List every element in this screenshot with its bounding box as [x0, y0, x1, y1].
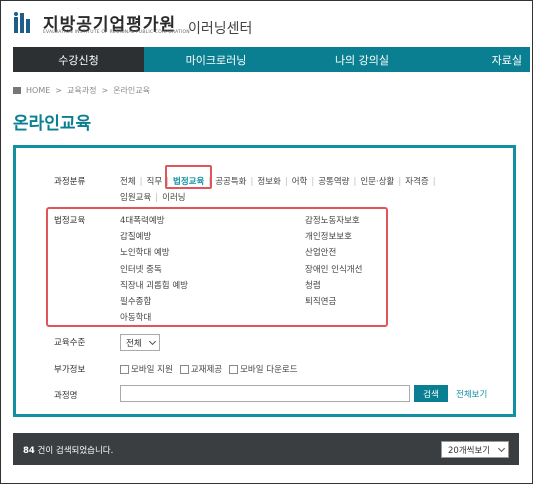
org-logo-icon: [14, 12, 30, 33]
category-language[interactable]: 어학: [292, 174, 308, 190]
education-level-select[interactable]: 전체: [120, 334, 160, 351]
legal-item[interactable]: 퇴직연금: [305, 294, 362, 310]
course-name-input[interactable]: [120, 385, 410, 402]
checkbox-icon: [120, 364, 129, 374]
nav-item-course-registration[interactable]: 수강신청: [13, 47, 144, 72]
breadcrumb-home[interactable]: HOME: [26, 86, 50, 95]
legal-item[interactable]: 감정노동자보호: [305, 213, 362, 229]
legal-item[interactable]: 필수종합: [120, 294, 188, 310]
course-category-label: 과정분류: [54, 177, 86, 187]
category-executive[interactable]: 임원교육: [120, 190, 151, 206]
category-all[interactable]: 전체: [120, 174, 136, 190]
legal-item[interactable]: 직장내 괴롭힘 예방: [120, 278, 188, 294]
legal-items-left: 4대폭력예방 갑질예방 노인학대 예방 인터넷 중독 직장내 괴롭힘 예방 필수…: [120, 213, 188, 326]
education-level-label: 교육수준: [54, 338, 86, 348]
legal-item[interactable]: 4대폭력예방: [120, 213, 188, 229]
breadcrumb-online-education[interactable]: 온라인교육: [113, 85, 150, 96]
checkbox-label: 모바일 지원: [131, 365, 173, 375]
nav-item-microlearning[interactable]: 마이크로러닝: [144, 47, 288, 72]
checkbox-label: 교재제공: [190, 365, 223, 375]
view-all-link[interactable]: 전체보기: [456, 388, 487, 400]
result-summary: 84 건이 검색되었습니다.: [23, 444, 113, 456]
breadcrumb-curriculum[interactable]: 교육과정: [67, 85, 96, 96]
chevron-down-icon: [497, 444, 506, 453]
course-name-label: 과정명: [54, 391, 78, 401]
home-icon: [13, 87, 21, 94]
legal-item[interactable]: 산업안전: [305, 245, 362, 261]
breadcrumb: HOME > 교육과정 > 온라인교육: [13, 85, 150, 96]
nav-item-resources[interactable]: 자료실: [436, 47, 530, 72]
checkbox-icon: [229, 364, 239, 374]
page-size-value: 20개씩보기: [448, 445, 491, 456]
legal-education-label: 법정교육: [54, 216, 86, 226]
education-level-value: 전체: [126, 338, 142, 349]
result-count-suffix: 건이 검색되었습니다.: [34, 446, 114, 456]
org-subtitle: EVALUATION INSTITUTE OF REGIONAL PUBLIC …: [43, 30, 190, 35]
search-button[interactable]: 검색: [414, 385, 448, 402]
legal-items-right: 감정노동자보호 개인정보보호 산업안전 장애인 인식개선 청렴 퇴직연금: [305, 213, 362, 310]
legal-item[interactable]: 노인학대 예방: [120, 245, 188, 261]
main-nav: 수강신청 마이크로러닝 나의 강의실 자료실: [13, 47, 530, 72]
category-common[interactable]: 공통역량: [318, 174, 349, 190]
legal-item[interactable]: 청렴: [305, 278, 362, 294]
nav-item-my-classroom[interactable]: 나의 강의실: [288, 47, 436, 72]
category-license[interactable]: 자격증: [405, 174, 428, 190]
extra-info-label: 부가정보: [54, 365, 86, 375]
mobile-download-checkbox[interactable]: 모바일 다운로드: [229, 363, 298, 375]
breadcrumb-separator: >: [101, 86, 109, 95]
page-size-select[interactable]: 20개씩보기: [441, 441, 509, 458]
category-public[interactable]: 공공특화: [215, 174, 246, 190]
mobile-support-checkbox[interactable]: 모바일 지원: [120, 363, 173, 375]
legal-item[interactable]: 갑질예방: [120, 229, 188, 245]
legal-item[interactable]: 개인정보보호: [305, 229, 362, 245]
window-frame: 지방공기업평가원 EVALUATION INSTITUTE OF REGIONA…: [0, 0, 533, 484]
checkbox-label: 모바일 다운로드: [240, 365, 298, 375]
search-filter-panel: 과정분류 전체 | 직무 | 법정교육 | 공공특화 | 정보화 | 어학 | 공통역량 | 인문·상활 | 자…: [13, 145, 516, 417]
legal-tab-highlight: [165, 165, 212, 189]
legal-item[interactable]: 인터넷 중독: [120, 262, 188, 278]
textbook-checkbox[interactable]: 교재제공: [179, 363, 223, 375]
category-elearning[interactable]: 이러닝: [162, 190, 185, 206]
page-title: 온라인교육: [13, 114, 92, 134]
legal-item[interactable]: 아동학대: [120, 310, 188, 326]
category-humanities[interactable]: 인문·상활: [360, 174, 394, 190]
chevron-down-icon: [148, 337, 157, 346]
category-job[interactable]: 직무: [147, 174, 163, 190]
result-bar: 84 건이 검색되었습니다. 20개씩보기: [13, 433, 519, 465]
category-it[interactable]: 정보화: [257, 174, 280, 190]
legal-item[interactable]: 장애인 인식개선: [305, 262, 362, 278]
center-name: 이러닝센터: [188, 21, 253, 37]
breadcrumb-separator: >: [55, 86, 62, 95]
checkbox-icon: [179, 364, 189, 374]
extra-options: 모바일 지원 교재제공 모바일 다운로드: [120, 363, 298, 375]
result-count: 84: [23, 446, 35, 456]
